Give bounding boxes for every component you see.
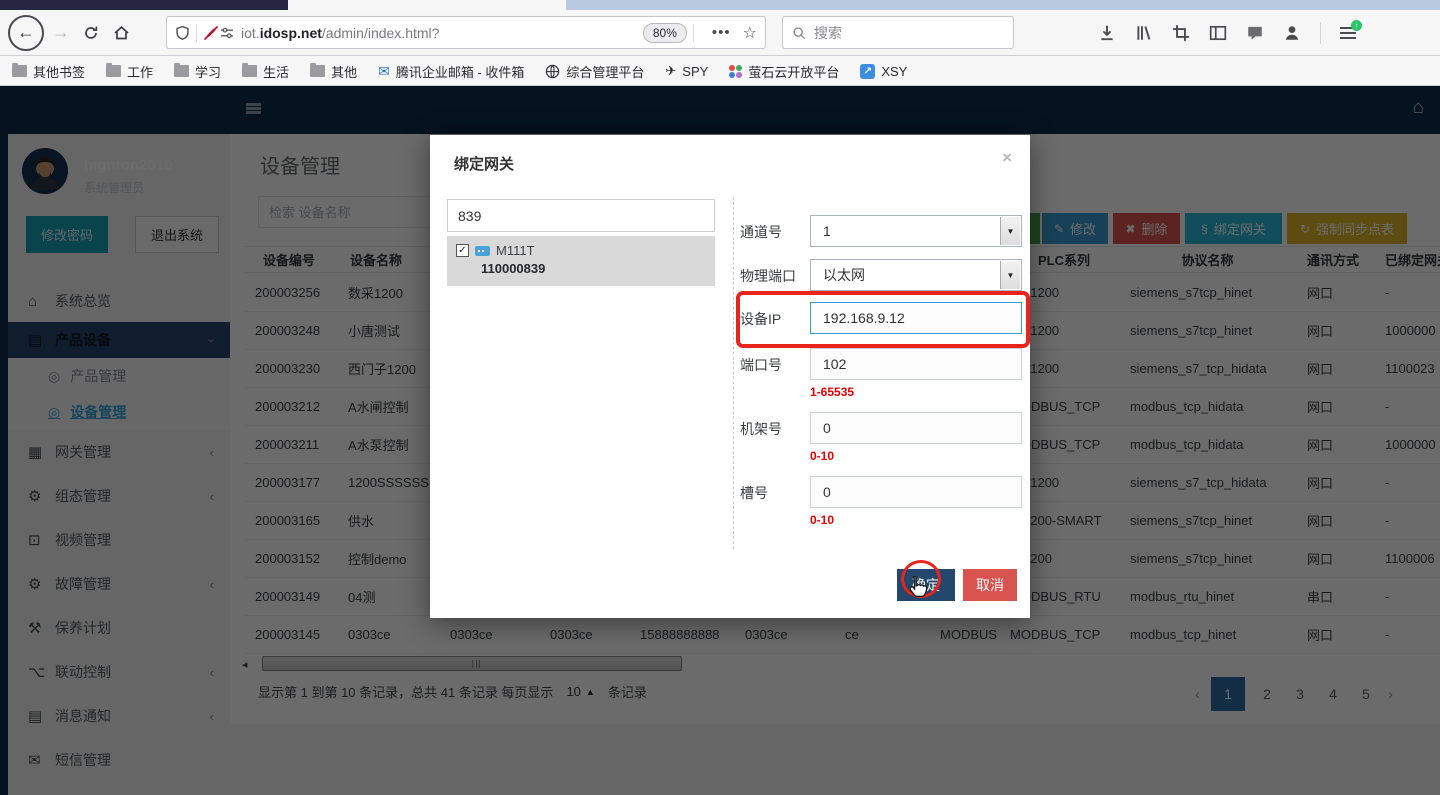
account-icon bbox=[1283, 24, 1301, 42]
divider bbox=[693, 24, 694, 42]
shield-icon bbox=[175, 25, 190, 41]
dropdown-arrow-icon[interactable]: ▼ bbox=[1000, 261, 1020, 289]
device-ip-label: 设备IP bbox=[740, 309, 806, 329]
url-domain: idosp.net bbox=[260, 25, 322, 41]
home-icon bbox=[113, 25, 130, 41]
bookmark-folder-misc[interactable]: 其他 bbox=[310, 62, 357, 81]
ys7-logo-icon bbox=[729, 65, 742, 78]
port-type-select[interactable]: 以太网▼ bbox=[810, 259, 1022, 291]
page-actions-icon[interactable]: ••• bbox=[712, 24, 731, 41]
reload-icon bbox=[83, 25, 99, 41]
hamburger-icon: ↑ bbox=[1340, 27, 1356, 39]
xsy-logo-icon: ↗ bbox=[860, 64, 875, 79]
home-button[interactable] bbox=[106, 18, 136, 48]
downloads-button[interactable] bbox=[1098, 24, 1116, 42]
url-path: /admin/index.html? bbox=[322, 25, 440, 41]
channel-select[interactable]: 1▼ bbox=[810, 215, 1022, 247]
browser-search-field[interactable]: 搜索 bbox=[782, 16, 1014, 49]
confirm-button[interactable]: 确定 bbox=[897, 569, 955, 601]
bookmark-xsy[interactable]: ↗XSY bbox=[860, 64, 907, 79]
divider bbox=[733, 197, 734, 549]
mail-icon: ✉ bbox=[378, 63, 390, 80]
bookmark-folder-work[interactable]: 工作 bbox=[106, 62, 153, 81]
bookmark-star-icon[interactable]: ☆ bbox=[743, 23, 757, 43]
inactive-tab-area[interactable] bbox=[0, 0, 288, 10]
gateway-filter-input[interactable] bbox=[447, 199, 715, 232]
screenshot-icon bbox=[1172, 24, 1190, 42]
bookmark-ys7-platform[interactable]: 萤石云开放平台 bbox=[729, 62, 839, 81]
bookmark-spy[interactable]: ✈SPY bbox=[665, 63, 708, 79]
divider bbox=[1320, 22, 1321, 44]
gateway-name: M111T bbox=[496, 243, 535, 258]
sidebar-toggle-button[interactable] bbox=[1209, 24, 1227, 42]
modal-title: 绑定网关 bbox=[454, 153, 514, 174]
dropdown-arrow-icon[interactable]: ▼ bbox=[1000, 217, 1020, 245]
checkbox-checked-icon[interactable]: ✓ bbox=[456, 244, 469, 257]
active-tab[interactable] bbox=[288, 0, 566, 10]
blocked-pen-icon[interactable] bbox=[203, 25, 219, 41]
browser-tab-strip bbox=[0, 0, 1440, 10]
folder-icon bbox=[174, 65, 189, 77]
folder-icon bbox=[310, 65, 325, 77]
bookmarks-bar: 其他书签 工作 学习 生活 其他 ✉腾讯企业邮箱 - 收件箱 综合管理平台 ✈S… bbox=[0, 57, 1440, 86]
close-icon[interactable]: × bbox=[1002, 148, 1012, 168]
globe-icon bbox=[545, 64, 560, 79]
device-ip-input[interactable]: 192.168.9.12 bbox=[810, 302, 1022, 334]
bind-gateway-modal: 绑定网关 × ✓ M111T 110000839 通道号 1▼ 物理端口 以太网… bbox=[430, 135, 1030, 618]
browser-toolbar: ← → iot.idosp.net/admin/index.html? 80% … bbox=[0, 10, 1440, 56]
search-placeholder: 搜索 bbox=[814, 23, 842, 43]
bookmark-tencent-mail[interactable]: ✉腾讯企业邮箱 - 收件箱 bbox=[378, 62, 524, 81]
url-text[interactable]: iot.idosp.net/admin/index.html? bbox=[241, 25, 439, 41]
bookmark-mgmt-platform[interactable]: 综合管理平台 bbox=[545, 62, 644, 81]
speech-bubble-icon bbox=[1246, 24, 1264, 42]
download-icon bbox=[1098, 24, 1116, 42]
account-button[interactable] bbox=[1283, 24, 1301, 42]
reload-button[interactable] bbox=[76, 18, 106, 48]
gateway-device-icon bbox=[475, 246, 490, 256]
port-hint: 1-65535 bbox=[810, 385, 854, 399]
slot-input[interactable]: 0 bbox=[810, 476, 1022, 508]
folder-icon bbox=[242, 65, 257, 77]
bookmark-folder-study[interactable]: 学习 bbox=[174, 62, 221, 81]
folder-icon bbox=[106, 65, 121, 77]
plane-icon: ✈ bbox=[665, 63, 676, 79]
port-label: 端口号 bbox=[740, 355, 806, 375]
back-button[interactable]: ← bbox=[8, 15, 44, 51]
gateway-code: 110000839 bbox=[481, 261, 715, 276]
forward-button[interactable]: → bbox=[46, 18, 76, 48]
update-badge-icon: ↑ bbox=[1351, 20, 1362, 31]
rack-input[interactable]: 0 bbox=[810, 412, 1022, 444]
rack-label: 机架号 bbox=[740, 419, 806, 439]
screenshot-button[interactable] bbox=[1172, 24, 1190, 42]
zoom-level-badge[interactable]: 80% bbox=[643, 23, 687, 43]
rack-hint: 0-10 bbox=[810, 449, 834, 463]
library-icon bbox=[1135, 24, 1153, 42]
slot-label: 槽号 bbox=[740, 483, 806, 503]
slot-hint: 0-10 bbox=[810, 513, 834, 527]
bookmark-other-folder[interactable]: 其他书签 bbox=[12, 62, 85, 81]
menu-button[interactable]: ↑ bbox=[1340, 27, 1356, 39]
divider bbox=[196, 24, 197, 42]
port-input[interactable]: 102 bbox=[810, 348, 1022, 380]
search-icon bbox=[792, 26, 806, 40]
gateway-list-item-selected[interactable]: ✓ M111T 110000839 bbox=[447, 236, 715, 286]
cancel-button[interactable]: 取消 bbox=[963, 569, 1017, 601]
folder-icon bbox=[12, 65, 27, 77]
pocket-button[interactable] bbox=[1246, 24, 1264, 42]
port-type-label: 物理端口 bbox=[740, 266, 806, 286]
sidebar-icon bbox=[1209, 24, 1227, 42]
channel-label: 通道号 bbox=[740, 222, 806, 242]
url-bar[interactable]: iot.idosp.net/admin/index.html? 80% ••• … bbox=[166, 16, 766, 49]
url-subdomain: iot. bbox=[241, 25, 260, 41]
permissions-icon[interactable] bbox=[219, 25, 235, 41]
bookmark-folder-life[interactable]: 生活 bbox=[242, 62, 289, 81]
library-button[interactable] bbox=[1135, 24, 1153, 42]
